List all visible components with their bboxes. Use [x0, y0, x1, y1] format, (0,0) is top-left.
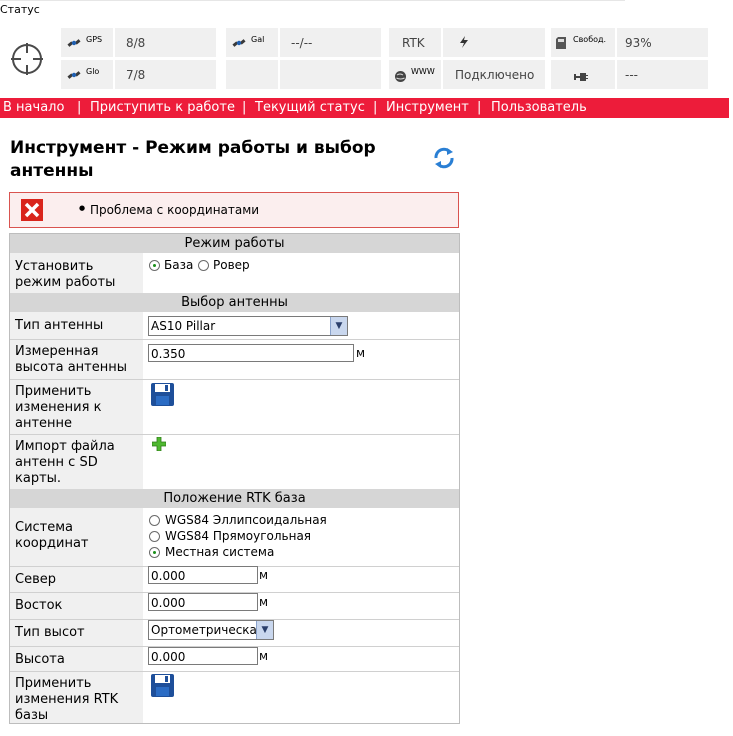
east-input[interactable]: 0.000: [148, 593, 258, 611]
glo-value: 7/8: [126, 68, 146, 82]
north-input[interactable]: 0.000: [148, 566, 258, 584]
glo-value-cell: 7/8: [115, 60, 216, 89]
gal-value-cell: --/--: [280, 28, 381, 57]
height-label: Высота: [10, 647, 143, 672]
sd-value: 93%: [625, 36, 652, 50]
error-bullet-icon: ●: [79, 204, 86, 212]
glo-cell: Glo: [61, 60, 113, 89]
main-nav: В начало | Приступить к работе | Текущий…: [0, 98, 729, 118]
coord-radio-wgs84-ellipsoid[interactable]: [149, 515, 160, 526]
coord-option-local: Местная система: [165, 545, 275, 559]
coord-option-wgs84-rect: WGS84 Прямоугольная: [165, 529, 312, 543]
settings-form: Режим работы Установить режим работы Баз…: [9, 233, 460, 724]
gps-cell: GPS: [61, 28, 113, 57]
gps-label: GPS: [86, 35, 103, 44]
nav-item-home[interactable]: В начало: [3, 100, 64, 115]
www-value-cell: Подключено: [443, 60, 545, 89]
nav-item-user[interactable]: Пользователь: [491, 100, 587, 115]
height-type-select[interactable]: Ортометрическая ▼: [148, 620, 274, 640]
sd-value-cell: 93%: [617, 28, 708, 57]
height-type-label: Тип высот: [10, 620, 143, 647]
north-label: Север: [10, 567, 143, 593]
antenna-height-unit: м: [356, 346, 366, 360]
status-title: Статус: [0, 3, 40, 16]
refresh-icon[interactable]: [432, 146, 456, 170]
antenna-type-value: AS10 Pillar: [151, 319, 216, 333]
satellite-icon: [67, 39, 81, 47]
lightning-icon: [460, 36, 468, 48]
coord-radio-local[interactable]: [149, 547, 160, 558]
section-header-rtk: Положение RTK база: [10, 489, 459, 508]
height-unit: м: [259, 649, 269, 663]
nav-item-current-status[interactable]: Текущий статус: [255, 100, 365, 115]
mode-radio-rover[interactable]: [198, 260, 209, 271]
plus-icon[interactable]: [152, 437, 166, 451]
east-unit: м: [259, 595, 269, 609]
gal-label: Gal: [251, 35, 265, 44]
rtk-label: RTK: [402, 36, 425, 50]
rtk-cell: RTK: [389, 28, 441, 57]
height-type-value: Ортометрическая: [151, 623, 265, 637]
section-header-antenna: Выбор антенны: [10, 293, 459, 312]
nav-separator: |: [477, 100, 482, 115]
save-icon[interactable]: [151, 674, 174, 697]
crosshair-icon: [11, 43, 43, 75]
mode-radio-base[interactable]: [149, 260, 160, 271]
nav-separator: |: [77, 100, 82, 115]
apply-antenna-label: Применить изменения к антенне: [10, 380, 143, 434]
mode-option-rover: Ровер: [213, 258, 250, 272]
power-value: ---: [625, 68, 638, 82]
coord-option-wgs84-ellipsoid: WGS84 Эллипсоидальная: [165, 513, 327, 527]
chevron-down-icon: ▼: [330, 317, 347, 335]
www-value: Подключено: [455, 68, 535, 82]
section-header-mode: Режим работы: [10, 234, 459, 253]
sd-card-icon: [556, 37, 566, 49]
empty-cell: [226, 60, 278, 89]
top-divider: [0, 0, 625, 1]
import-antenna-label: Импорт файла антенн с SD карты.: [10, 435, 143, 489]
apply-rtk-label: Применить изменения RTK базы: [10, 672, 143, 723]
north-unit: м: [259, 568, 269, 582]
www-cell: WWW: [389, 60, 441, 89]
glo-label: Glo: [86, 67, 100, 76]
rtk-value-cell: [443, 28, 545, 57]
gal-value: --/--: [291, 36, 313, 50]
height-input[interactable]: 0.000: [148, 647, 258, 665]
power-plug-icon: [574, 73, 588, 81]
east-label: Восток: [10, 593, 143, 620]
antenna-height-input[interactable]: 0.350: [148, 344, 354, 362]
mode-label: Установить режим работы: [10, 253, 143, 293]
nav-item-instrument[interactable]: Инструмент: [386, 100, 469, 115]
antenna-height-label: Измеренная высота антенны: [10, 340, 143, 379]
chevron-down-icon: ▼: [256, 621, 273, 639]
sd-cell: Свобод.: [551, 28, 615, 57]
empty-cell: [280, 60, 381, 89]
antenna-type-label: Тип антенны: [10, 312, 143, 339]
error-icon: [21, 199, 43, 221]
gal-cell: Gal: [226, 28, 278, 57]
gps-value: 8/8: [126, 36, 146, 50]
nav-separator: |: [242, 100, 247, 115]
sd-label: Свобод.: [573, 35, 607, 44]
satellite-icon: [67, 71, 81, 79]
gps-value-cell: 8/8: [115, 28, 216, 57]
globe-icon: [395, 71, 406, 82]
error-box: ● Проблема с координатами: [9, 192, 459, 228]
satellite-icon: [232, 39, 246, 47]
nav-separator: |: [373, 100, 378, 115]
page-title: Инструмент - Режим работы и выбор антенн…: [10, 138, 376, 181]
coord-radio-wgs84-rect[interactable]: [149, 531, 160, 542]
power-cell: [551, 60, 615, 89]
nav-item-start-work[interactable]: Приступить к работе: [90, 100, 235, 115]
power-value-cell: ---: [617, 60, 708, 89]
antenna-type-select[interactable]: AS10 Pillar ▼: [148, 316, 348, 336]
error-message: Проблема с координатами: [90, 203, 260, 217]
mode-option-base: База: [164, 258, 194, 272]
www-label: WWW: [411, 67, 435, 76]
coord-system-label: Система координат: [10, 508, 143, 568]
save-icon[interactable]: [151, 383, 174, 406]
